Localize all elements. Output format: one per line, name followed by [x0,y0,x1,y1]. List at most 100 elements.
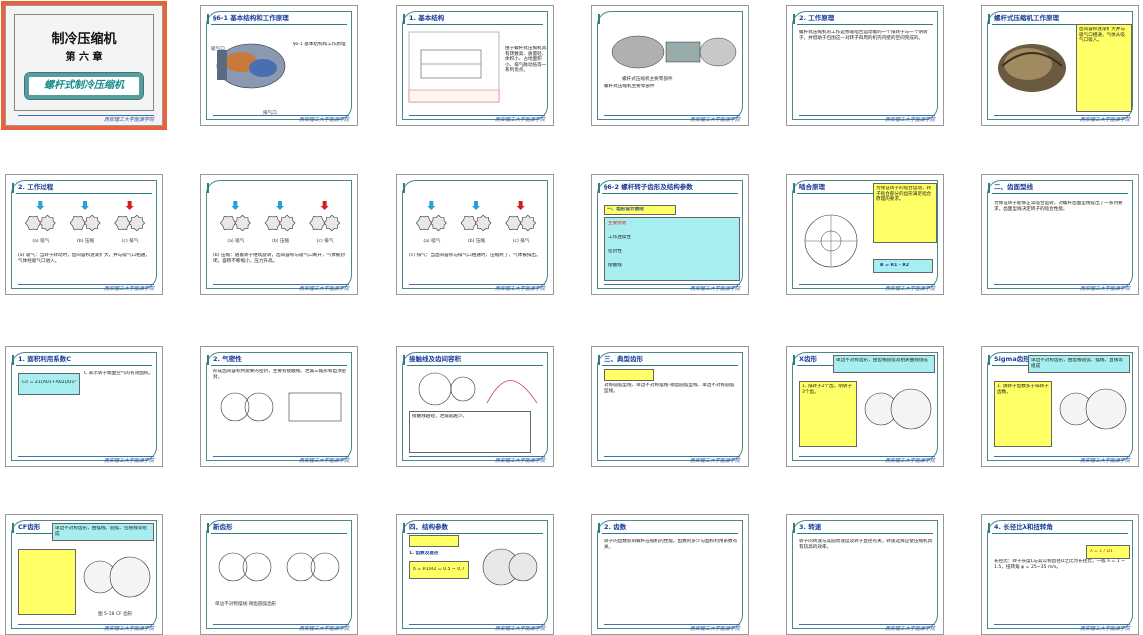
slide-thumbnail-15[interactable]: 接触线及齿间容积 西安理工大学能源学院 接触线越短，泄漏就越少。 [396,346,554,467]
title-marker [403,183,405,193]
structure-drawing [407,30,502,105]
slide-thumbnail-11[interactable]: 啮合原理 西安理工大学能源学院 为保证转子的啮合运动，转子啮合部分的齿形满足啮合原理… [786,174,944,295]
slide-thumbnail-4[interactable]: 西安理工大学能源学院 螺杆式压缩机主要零部件 螺杆式压缩机主要零部件 [591,5,749,126]
title-marker [12,183,14,193]
footer-text: 西安理工大学能源学院 [298,626,349,632]
slide-footer: 西安理工大学能源学院 [397,282,553,294]
footer-text: 西安理工大学能源学院 [103,626,154,632]
slide-footer: 西安理工大学能源学院 [787,622,943,634]
slide-thumbnail-19[interactable]: CF齿形 西安理工大学能源学院 单边不对称齿形，由摆线、圆弧、包络线等组成图 5-1… [5,514,163,635]
slide-main-title: 制冷压缩机 [51,32,117,47]
slide-text: 1. 阳转子2个齿，阴转子3个齿。 [802,384,853,395]
slide-thumbnail-1[interactable]: 制冷压缩机第 六 章螺杆式制冷压缩机 西安理工大学能源学院 [1,1,167,130]
slide-footer: 西安理工大学能源学院 [201,622,357,634]
table-row: 主要原则 [608,221,627,226]
slide-thumbnail-8[interactable]: 西安理工大学能源学院 (a) 吸气 (b) 压缩 (c) 排气 (b) 压缩：随着转子继… [200,174,358,295]
title-underline [602,533,738,534]
formula-text: δ = R1/R2 = 0.5 ~ 0.7 [413,567,465,572]
figure-label: (b) 压缩 [77,239,95,244]
slide-thumbnail-3[interactable]: 1. 基本结构 西安理工大学能源学院 由于螺杆式压缩机具有转数高、质量轻、体积小、占… [396,5,554,126]
title-marker [403,355,405,365]
profile-note-box: 1. 阳转子2个齿，阴转子3个齿。 [799,381,857,447]
slide-thumbnail-5[interactable]: 2. 工作原理 西安理工大学能源学院 螺杆式压缩机的工作是依靠啮合运动着的一个阳转子… [786,5,944,126]
slide-text: 螺杆式压缩机主要零部件 [604,84,655,89]
title-marker [793,523,795,533]
slide-thumbnail-20[interactable]: 新齿形 西安理工大学能源学院 单边不对称摆线-销齿圆弧齿形 [200,514,358,635]
slide-thumbnail-6[interactable]: 螺杆式压缩机工作原理 西安理工大学能源学院 齿间容积逐渐扩大并与吸气口相通，气体从吸… [981,5,1139,126]
slide-text: 螺杆式压缩机的工作是依靠啮合运动着的一个阳转子与一个阴转子，并借助于包围这一对转… [799,30,928,41]
slide-text: C 表示转子端面空气的有效面积。 [84,371,153,376]
slide-thumbnail-2[interactable]: §6-1 基本结构和工作原理 西安理工大学能源学院 吸气口 排气口 §6-1 基本结构和… [200,5,358,126]
slide-title: §6-1 基本结构和工作原理 [213,14,289,22]
table-row: 密封性 [608,249,622,254]
profile-header: 单边不对称齿形，由摆线、圆弧、包络线等组成 [52,523,154,541]
slide-thumbnail-23[interactable]: 3. 转速 西安理工大学能源学院 转子的转速与其圆周速度及转子直径有关，转速选择应使… [786,514,944,635]
rotor-stage-diagram [18,201,152,239]
title-marker [598,183,600,193]
figure-label: (c) 排气 [512,239,530,244]
slide-thumbnail-24[interactable]: 4. 长径比λ和扭转角 西安理工大学能源学院 λ = L / D1 长径比：转子长度L… [981,514,1139,635]
slide-subtitle: 螺杆式制冷压缩机 [24,72,144,100]
tooth-profile-drawing [1056,379,1128,439]
figure-label: (b) 压缩 [272,239,290,244]
slide-footer: 西安理工大学能源学院 [201,454,357,466]
slide-title: 2. 工作过程 [18,183,54,191]
footer-text: 西安理工大学能源学院 [298,458,349,464]
footer-text: 西安理工大学能源学院 [298,117,349,123]
footer-text: 西安理工大学能源学院 [494,286,545,292]
title-underline [211,24,347,25]
title-underline [992,193,1128,194]
title-marker [988,523,990,533]
title-underline [211,365,347,366]
formula-text: B = R1 - R2 [880,263,910,268]
slide-thumbnail-21[interactable]: 四、结构参数 西安理工大学能源学院 1. 齿数及直径 δ = R1/R2 = 0.5 … [396,514,554,635]
footer-text: 西安理工大学能源学院 [1079,286,1130,292]
slide-thumbnail-16[interactable]: 三、典型齿形 西安理工大学能源学院 对称圆弧型线、单边不对称摆线-销齿圆弧型线、单边… [591,346,749,467]
slide-footer: 西安理工大学能源学院 [6,622,162,634]
footer-text: 西安理工大学能源学院 [103,458,154,464]
slide-footer: 西安理工大学能源学院 [982,622,1138,634]
meshing-geometry-diagram [797,205,861,275]
figure-label: 排气口 [263,111,277,116]
slide-thumbnail-13[interactable]: 1. 面积利用系数C 西安理工大学能源学院 Cn = Z1(A01+A02)/D1²… [5,346,163,467]
slide-text: 由于螺杆式压缩机具有转数高、质量轻、体积小、占地面积小、排气脉动低等一系列优点。 [505,46,547,74]
title-marker [403,523,405,533]
slide-thumbnail-14[interactable]: 2. 气密性 西安理工大学能源学院 形成齿间容积所需要的密封，主要有接触线、泄漏三角… [200,346,358,467]
footer-text: 西安理工大学能源学院 [689,117,740,123]
slide-sorter-grid: 制冷压缩机第 六 章螺杆式制冷压缩机 西安理工大学能源学院 §6-1 基本结构和工作… [0,0,1143,635]
slide-footer: 西安理工大学能源学院 [787,282,943,294]
slide-footer: 西安理工大学能源学院 [592,454,748,466]
figure-label: (c) 排气 [316,239,334,244]
title-marker [403,14,405,24]
figure-label: (c) 排气 [121,239,139,244]
formula-box: Cn = Z1(A01+A02)/D1² [18,373,80,395]
slide-text: 单边不对称齿形，由摆线、圆弧、包络线等组成 [55,526,147,537]
footer-text: 西安理工大学能源学院 [689,458,740,464]
title-underline [16,193,152,194]
slide-footer: 西安理工大学能源学院 [397,622,553,634]
slide-footer: 西安理工大学能源学院 [592,113,748,125]
slide-thumbnail-22[interactable]: 2. 齿数西安理工大学能源学院 转子的齿数影响螺杆压缩机的性能。齿数的多少与面积利… [591,514,749,635]
title-marker [12,523,14,533]
footer-text: 西安理工大学能源学院 [884,117,935,123]
footer-text: 西安理工大学能源学院 [689,286,740,292]
slide-title: 3. 转速 [799,523,822,531]
new-profile-drawing [213,539,347,599]
slide-text: 为保证转子能够正常啮合运转，对螺杆齿面型线提出了一系列要求，齿面型线决定转子的啮… [994,201,1123,212]
slide-thumbnail-18[interactable]: Sigma齿形 西安理工大学能源学院 单边不对称齿形，由齿根圆弧、摆线、直线等组成 1… [981,346,1139,467]
slide-thumbnail-9[interactable]: 西安理工大学能源学院 (a) 吸气 (b) 压缩 (c) 排气 (c) 排气：当齿间容积… [396,174,554,295]
rotor-stage-diagram [409,201,543,239]
slide-text: 1. 阴转子齿数多于阳转子齿数。 [997,384,1049,395]
rotor-diameter-drawing [477,541,543,591]
title-marker [793,355,795,365]
slide-thumbnail-17[interactable]: X齿形 西安理工大学能源学院 单边不对称齿形，由齿根圆弧及相关曲线组成 1. 阳转子2… [786,346,944,467]
slide-thumbnail-10[interactable]: §6-2 螺杆转子齿形及结构参数 西安理工大学能源学院 一、齿形设计原则 主要原则 工作… [591,174,749,295]
slide-text: §6-1 基本结构和工作原理 [293,42,346,47]
slide-footer: 西安理工大学能源学院 [592,622,748,634]
title-marker [207,355,209,365]
slide-text: 转子的齿数影响螺杆压缩机的性能。齿数的多少与面积利用系数有关。 [604,539,738,550]
title-marker [207,183,209,193]
slide-title: 2. 齿数 [604,523,627,531]
slide-thumbnail-12[interactable]: 二、齿面型线 西安理工大学能源学院 为保证转子能够正常啮合运转，对螺杆齿面型线提出了… [981,174,1139,295]
slide-thumbnail-7[interactable]: 2. 工作过程 西安理工大学能源学院 (a) 吸气 (b) 压缩 (c) 排气 (a) 吸… [5,174,163,295]
